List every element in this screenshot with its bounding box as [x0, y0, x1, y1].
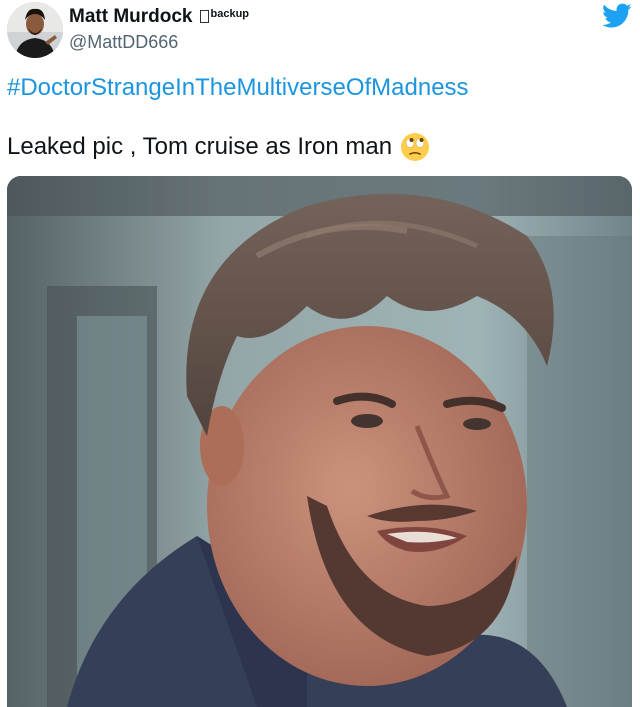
avatar[interactable]: [7, 2, 63, 58]
name-suffix: backup: [210, 8, 250, 20]
tweet-text: Leaked pic , Tom cruise as Iron man: [7, 132, 430, 162]
name-row[interactable]: Matt Murdock backup: [69, 6, 249, 28]
tweet-card: Matt Murdock backup @MattDD666 #DoctorSt…: [0, 0, 640, 707]
tweet-text-content: Leaked pic , Tom cruise as Iron man: [7, 133, 393, 160]
hashtag-link[interactable]: #DoctorStrangeInTheMultiverseOfMadness: [7, 74, 469, 102]
user-handle[interactable]: @MattDD666: [69, 32, 178, 52]
missing-glyph-icon: [199, 10, 209, 23]
display-name[interactable]: Matt Murdock: [69, 6, 193, 28]
tweet-header: Matt Murdock backup @MattDD666: [0, 0, 640, 64]
tweet-photo[interactable]: [7, 176, 632, 707]
face-with-rolling-eyes-icon: [401, 133, 430, 161]
twitter-bird-icon[interactable]: [602, 3, 632, 29]
